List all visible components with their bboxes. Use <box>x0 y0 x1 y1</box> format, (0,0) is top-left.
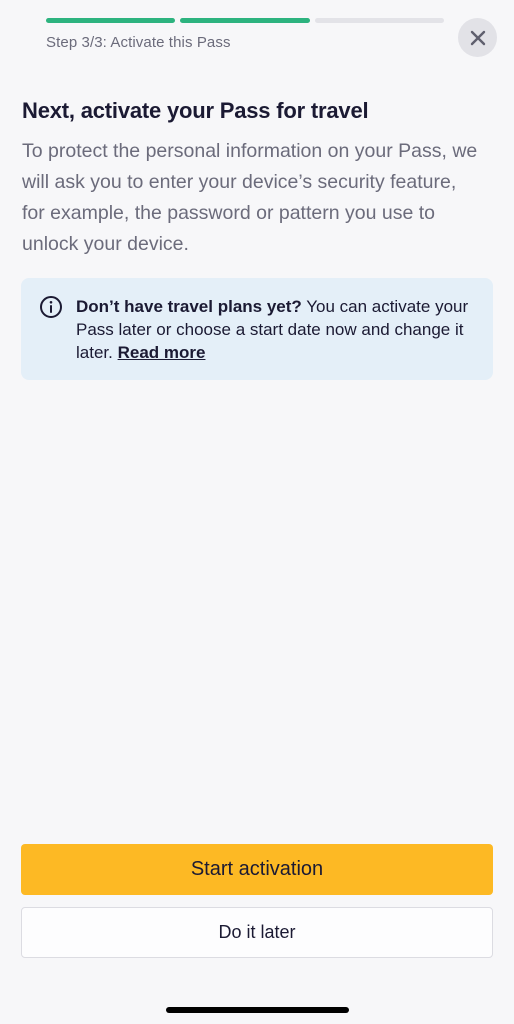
do-it-later-button[interactable]: Do it later <box>21 907 493 958</box>
step-label: Step 3/3: Activate this Pass <box>46 34 231 51</box>
close-icon <box>470 30 485 45</box>
info-banner: Don’t have travel plans yet? You can act… <box>21 278 493 380</box>
info-heading: Don’t have travel plans yet? <box>76 297 302 316</box>
read-more-link[interactable]: Read more <box>118 343 206 362</box>
start-activation-button[interactable]: Start activation <box>21 844 493 895</box>
progress-segment-3 <box>314 18 444 23</box>
page-title: Next, activate your Pass for travel <box>22 98 369 123</box>
page-description: To protect the personal information on y… <box>22 140 478 255</box>
progress-bar <box>46 18 444 23</box>
home-indicator <box>166 1007 349 1013</box>
close-button[interactable] <box>458 18 497 57</box>
info-text: Don’t have travel plans yet? You can act… <box>76 295 475 380</box>
progress-segment-1 <box>46 18 176 23</box>
info-icon <box>40 296 62 318</box>
progress-segment-2 <box>180 18 310 23</box>
